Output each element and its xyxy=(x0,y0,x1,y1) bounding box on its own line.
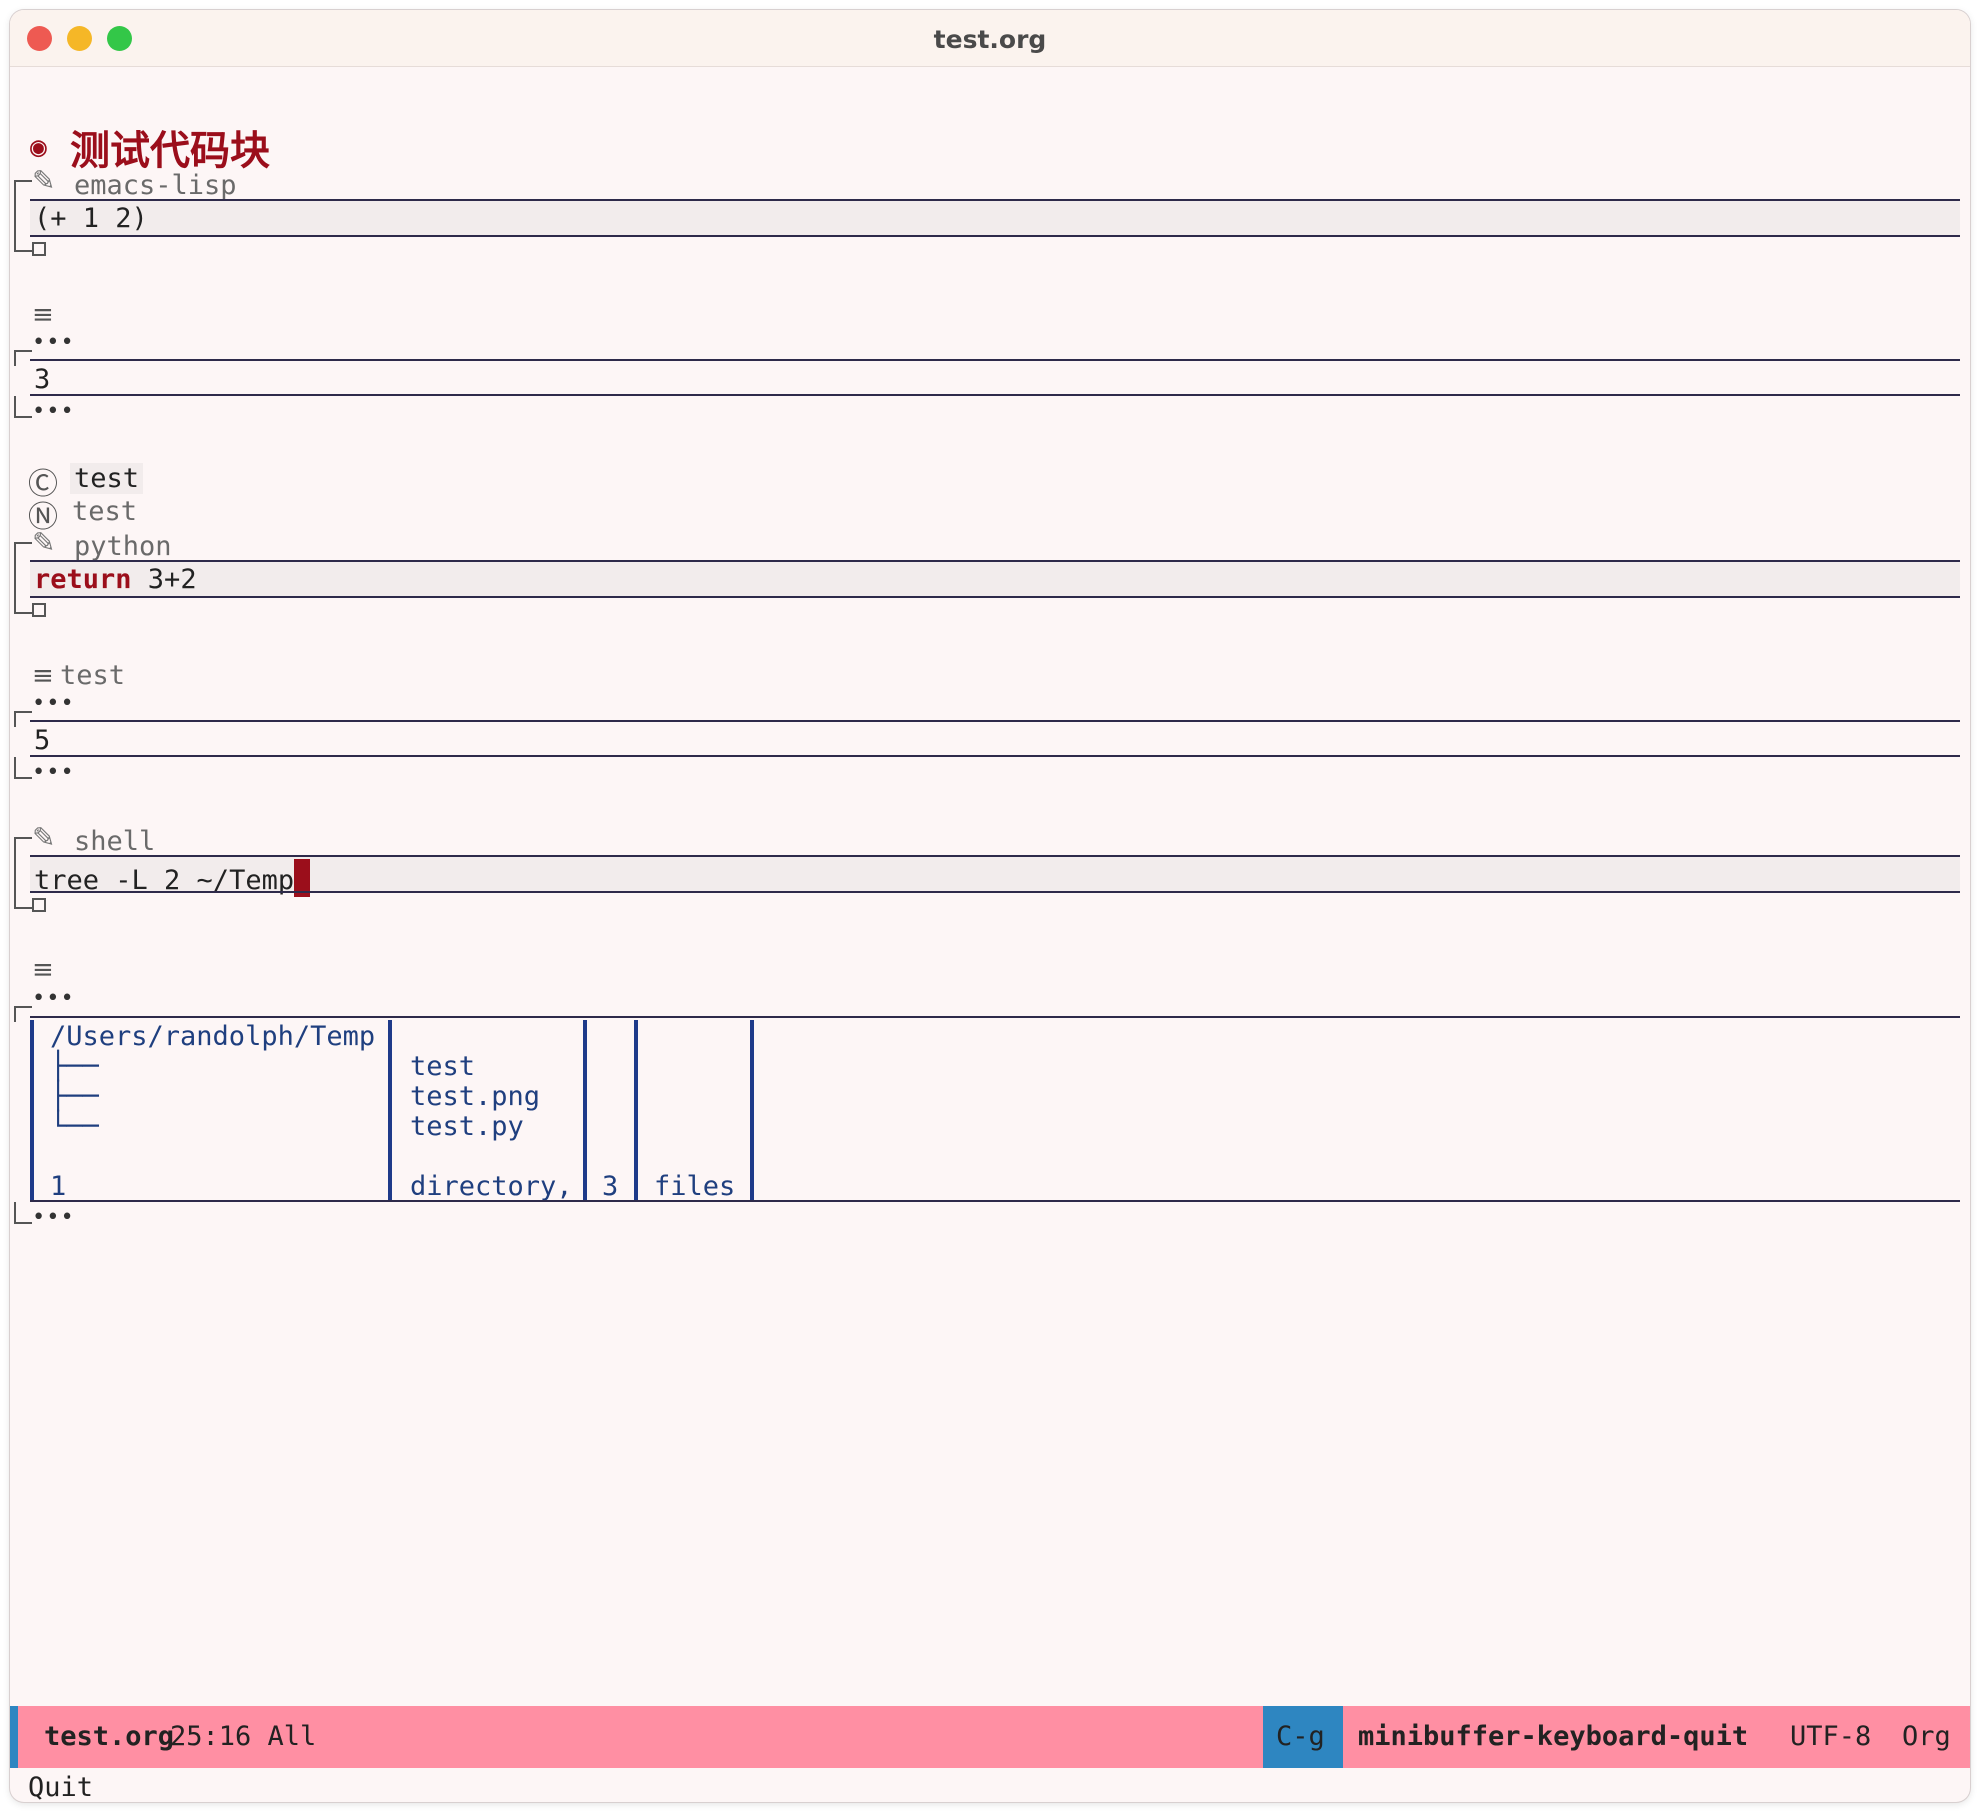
table-col-rule xyxy=(634,1020,638,1200)
table-cell-count: 1 xyxy=(50,1171,67,1202)
table-col-rule xyxy=(30,1020,34,1200)
mode-line-position: 25:16 All xyxy=(170,1721,317,1752)
result-bracket xyxy=(14,711,32,727)
table-cell-word: files xyxy=(654,1171,736,1202)
python-code-rest: 3+2 xyxy=(131,564,197,595)
python-code-bg xyxy=(30,562,1960,596)
table-cell-tree: ├── xyxy=(50,1051,99,1082)
block-end-box-icon xyxy=(32,242,46,256)
echo-area: Quit xyxy=(28,1772,94,1802)
result-bracket-end xyxy=(14,1202,32,1224)
result-bracket-end xyxy=(14,757,32,779)
emacs-window: test.org ◉ 测试代码块 ✎ emacs-lisp (+ 1 2) ≡ … xyxy=(10,10,1970,1802)
table-cell-count: 3 xyxy=(602,1171,619,1202)
ellipsis-icon: ••• xyxy=(32,1205,75,1230)
results-menu-icon: ≡ xyxy=(32,661,54,691)
result-rule xyxy=(30,720,1960,722)
ellipsis-icon: ••• xyxy=(32,330,75,355)
pencil-icon: ✎ xyxy=(32,164,56,197)
elisp-code[interactable]: (+ 1 2) xyxy=(34,203,148,234)
c-tag-text[interactable]: test xyxy=(70,463,144,494)
mode-line-buffer-name[interactable]: test.org xyxy=(44,1721,174,1752)
table-cell-tree: └── xyxy=(50,1111,99,1142)
table-cell-file[interactable]: test.py xyxy=(410,1111,524,1142)
block-rule xyxy=(30,891,1960,893)
table-cell-word: directory, xyxy=(410,1171,573,1202)
elisp-result-value[interactable]: 3 xyxy=(34,364,50,395)
n-tag-text[interactable]: test xyxy=(72,496,137,527)
ellipsis-icon: ••• xyxy=(32,399,75,424)
ellipsis-icon: ••• xyxy=(32,986,75,1011)
python-result-value[interactable]: 5 xyxy=(34,725,50,756)
result-bracket-end xyxy=(14,396,32,418)
result-rule xyxy=(30,359,1960,361)
mode-line-encoding[interactable]: UTF-8 xyxy=(1790,1721,1871,1752)
ellipsis-icon: ••• xyxy=(32,691,75,716)
elisp-lang-label: emacs-lisp xyxy=(74,170,237,201)
result-rule xyxy=(30,394,1960,396)
result-rule xyxy=(30,755,1960,757)
mode-line-key: C-g xyxy=(1276,1721,1325,1752)
table-cell-file[interactable]: test.png xyxy=(410,1081,540,1112)
mode-line[interactable]: test.org 25:16 All C-g minibuffer-keyboa… xyxy=(10,1706,1970,1768)
shell-lang-label: shell xyxy=(74,826,156,857)
org-buffer[interactable]: ◉ 测试代码块 ✎ emacs-lisp (+ 1 2) ≡ ••• 3 •••… xyxy=(10,66,1970,1706)
table-col-rule xyxy=(583,1020,587,1200)
result-bracket xyxy=(14,350,32,366)
table-cell-file[interactable]: test xyxy=(410,1051,475,1082)
block-rule xyxy=(30,596,1960,598)
shell-code-bg xyxy=(30,857,1960,891)
title-bar: test.org xyxy=(10,10,1970,67)
result-rule xyxy=(30,1016,1960,1018)
block-rule xyxy=(30,235,1960,237)
python-code[interactable]: return 3+2 xyxy=(34,564,197,595)
block-bracket-end xyxy=(14,893,32,909)
ellipsis-icon: ••• xyxy=(32,760,75,785)
heading-bullet-icon: ◉ xyxy=(30,130,47,163)
python-lang-label: python xyxy=(74,531,172,562)
result-rule xyxy=(30,1200,1960,1202)
window-title: test.org xyxy=(933,25,1047,54)
block-end-box-icon xyxy=(32,898,46,912)
block-bracket-end xyxy=(14,598,32,614)
mode-line-command: minibuffer-keyboard-quit xyxy=(1358,1721,1749,1752)
table-col-rule xyxy=(388,1020,392,1200)
block-bracket-end xyxy=(14,236,32,252)
table-cell-tree: ├── xyxy=(50,1081,99,1112)
heading-title[interactable]: 测试代码块 xyxy=(70,118,270,176)
table-col-rule xyxy=(750,1020,754,1200)
results-menu-icon: ≡ xyxy=(32,300,54,330)
table-cell-path[interactable]: /Users/randolph/Temp xyxy=(50,1021,375,1052)
mode-line-major-mode[interactable]: Org xyxy=(1902,1721,1951,1752)
pencil-icon: ✎ xyxy=(32,526,56,559)
results-menu-icon: ≡ xyxy=(32,955,54,985)
python-result-label: test xyxy=(60,660,126,691)
python-keyword: return xyxy=(34,564,132,595)
mode-line-indicator xyxy=(10,1706,18,1768)
pencil-icon: ✎ xyxy=(32,821,56,854)
elisp-code-bg xyxy=(30,201,1960,235)
block-end-box-icon xyxy=(32,603,46,617)
